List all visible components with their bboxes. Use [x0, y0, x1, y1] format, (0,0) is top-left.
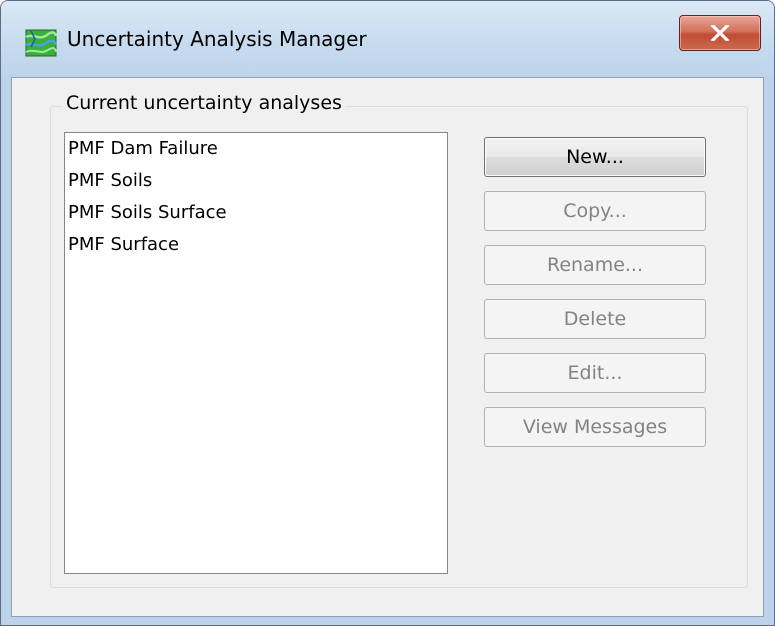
dialog-body: Current uncertainty analyses PMF Dam Fai… [11, 77, 764, 617]
edit-button[interactable]: Edit... [484, 353, 706, 393]
dialog-window: Uncertainty Analysis Manager Current unc… [0, 0, 775, 626]
rename-button[interactable]: Rename... [484, 245, 706, 285]
analyses-listbox[interactable]: PMF Dam Failure PMF Soils PMF Soils Surf… [64, 132, 448, 574]
window-title: Uncertainty Analysis Manager [67, 27, 367, 51]
close-x-icon [710, 25, 730, 41]
list-item[interactable]: PMF Soils [68, 169, 152, 193]
watershed-map-icon [25, 27, 58, 59]
new-button[interactable]: New... [484, 137, 706, 177]
group-label: Current uncertainty analyses [62, 92, 346, 114]
view-messages-button[interactable]: View Messages [484, 407, 706, 447]
copy-button[interactable]: Copy... [484, 191, 706, 231]
delete-button[interactable]: Delete [484, 299, 706, 339]
list-item[interactable]: PMF Soils Surface [68, 201, 227, 225]
list-item[interactable]: PMF Surface [68, 233, 179, 257]
list-item[interactable]: PMF Dam Failure [68, 137, 218, 161]
title-bar[interactable]: Uncertainty Analysis Manager [1, 1, 774, 77]
close-button[interactable] [679, 15, 761, 51]
